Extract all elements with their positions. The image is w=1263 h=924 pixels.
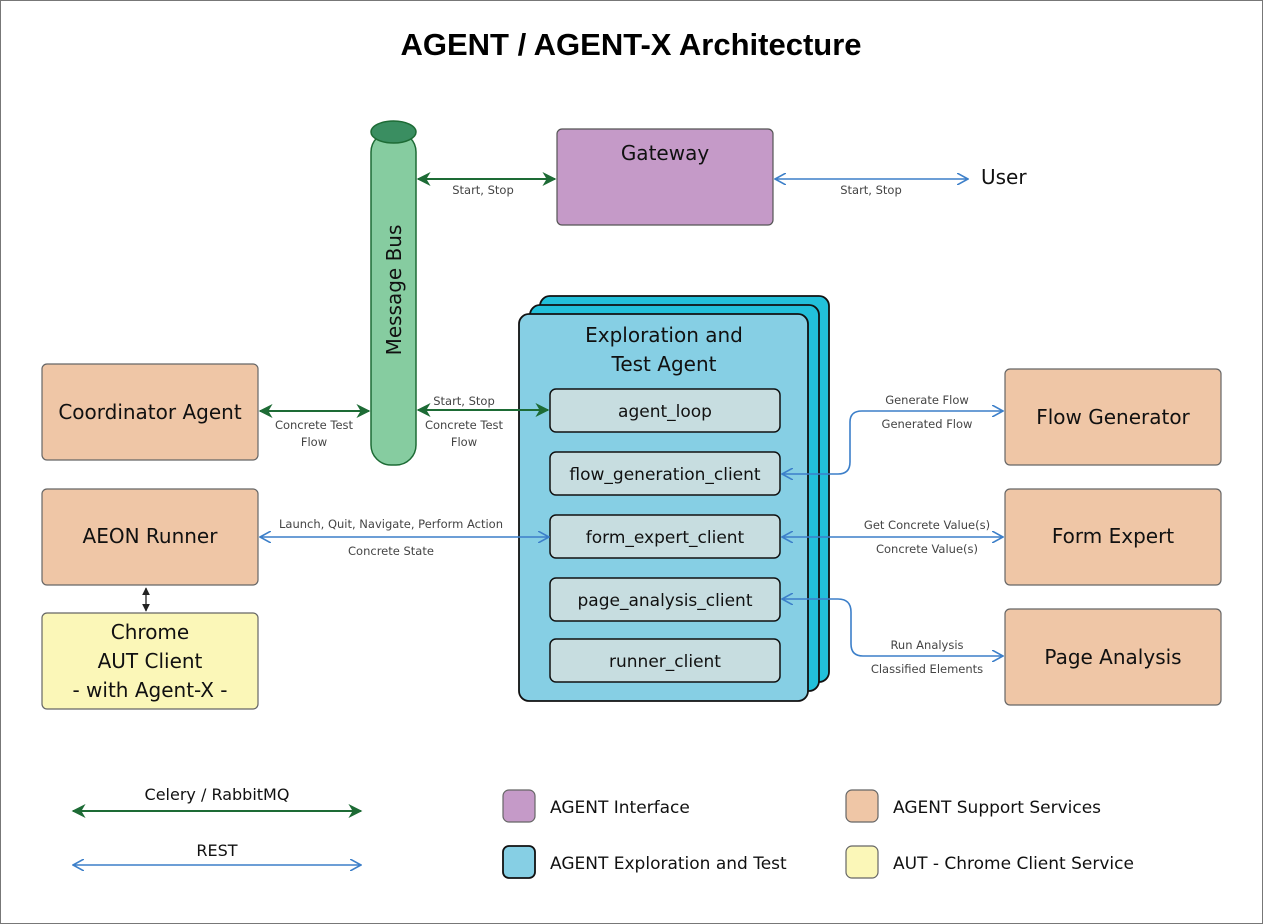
client-flow-generation: flow_generation_client [549, 451, 781, 496]
coordinator-agent-label: Coordinator Agent [58, 400, 242, 424]
edge-gateway-user-label: Start, Stop [840, 183, 902, 197]
flow-generator-label: Flow Generator [1036, 405, 1190, 429]
client-agent-loop: agent_loop [549, 388, 781, 433]
form-expert-node: Form Expert [1004, 488, 1222, 586]
client-form-expert: form_expert_client [549, 514, 781, 559]
page-analysis-label: Page Analysis [1044, 645, 1181, 669]
legend-rest-label: REST [196, 841, 237, 860]
edge-bus-agent-bottom-label-2: Flow [451, 435, 477, 449]
chrome-label-line-3: - with Agent-X - [72, 678, 227, 702]
message-bus-top [370, 120, 417, 144]
edge-page-top-label: Run Analysis [890, 638, 963, 652]
legend-lines: Celery / RabbitMQ REST [71, 785, 363, 865]
edge-form-top-label: Get Concrete Value(s) [864, 518, 990, 532]
edge-flow-top-label: Generate Flow [885, 393, 969, 407]
page-analysis-node: Page Analysis [1004, 608, 1222, 706]
legend-support-label: AGENT Support Services [893, 798, 1101, 818]
aeon-runner-label: AEON Runner [83, 524, 219, 548]
client-flow-generation-label: flow_generation_client [569, 465, 760, 485]
legend-swatch-interface [502, 789, 536, 823]
exploration-agent-node: Exploration and Test Agent agent_loop fl… [518, 295, 830, 702]
client-form-expert-label: form_expert_client [586, 528, 745, 548]
legend-celery-label: Celery / RabbitMQ [145, 785, 290, 804]
exploration-agent-title-2: Test Agent [611, 352, 717, 376]
architecture-diagram: AGENT / AGENT-X Architecture Message Bus… [41, 27, 1222, 879]
diagram-title: AGENT / AGENT-X Architecture [400, 27, 861, 62]
legend-swatch-support [845, 789, 879, 823]
client-runner: runner_client [549, 638, 781, 683]
edge-runner-agent-top-label: Launch, Quit, Navigate, Perform Action [279, 517, 503, 531]
flow-generator-node: Flow Generator [1004, 368, 1222, 466]
client-page-analysis: page_analysis_client [549, 577, 781, 622]
edge-coordinator-bus-label-1: Concrete Test [275, 418, 354, 432]
aeon-runner-node: AEON Runner [41, 488, 259, 586]
gateway-node: Gateway [556, 128, 774, 226]
legend-exploration-label: AGENT Exploration and Test [550, 854, 787, 874]
user-label: User [981, 165, 1027, 189]
message-bus-label: Message Bus [382, 225, 406, 356]
client-page-analysis-label: page_analysis_client [578, 591, 753, 611]
edge-page-bottom-label: Classified Elements [871, 662, 983, 676]
client-agent-loop-label: agent_loop [618, 402, 712, 422]
edge-form-bottom-label: Concrete Value(s) [876, 542, 978, 556]
edge-bus-agent-top-label: Start, Stop [433, 394, 495, 408]
chrome-label-line-2: AUT Client [98, 649, 203, 673]
form-expert-label: Form Expert [1052, 524, 1174, 548]
client-runner-label: runner_client [609, 652, 721, 672]
edge-bus-agent-bottom-label-1: Concrete Test [425, 418, 504, 432]
edge-coordinator-bus-label-2: Flow [301, 435, 327, 449]
legend-interface-label: AGENT Interface [550, 798, 690, 818]
legend-swatch-aut [845, 845, 879, 879]
legend-colors: AGENT Interface AGENT Support Services A… [502, 789, 1134, 879]
coordinator-agent-node: Coordinator Agent [41, 363, 259, 461]
edge-runner-agent-bottom-label: Concrete State [348, 544, 434, 558]
legend-swatch-exploration [502, 845, 536, 879]
edge-flow-bottom-label: Generated Flow [882, 417, 973, 431]
gateway-label: Gateway [621, 141, 710, 165]
message-bus: Message Bus [370, 120, 417, 466]
legend-aut-label: AUT - Chrome Client Service [893, 854, 1134, 874]
exploration-agent-title-1: Exploration and [585, 323, 743, 347]
edge-bus-gateway-label: Start, Stop [452, 183, 514, 197]
chrome-aut-client-node: Chrome AUT Client - with Agent-X - [41, 612, 259, 710]
chrome-label-line-1: Chrome [111, 620, 189, 644]
